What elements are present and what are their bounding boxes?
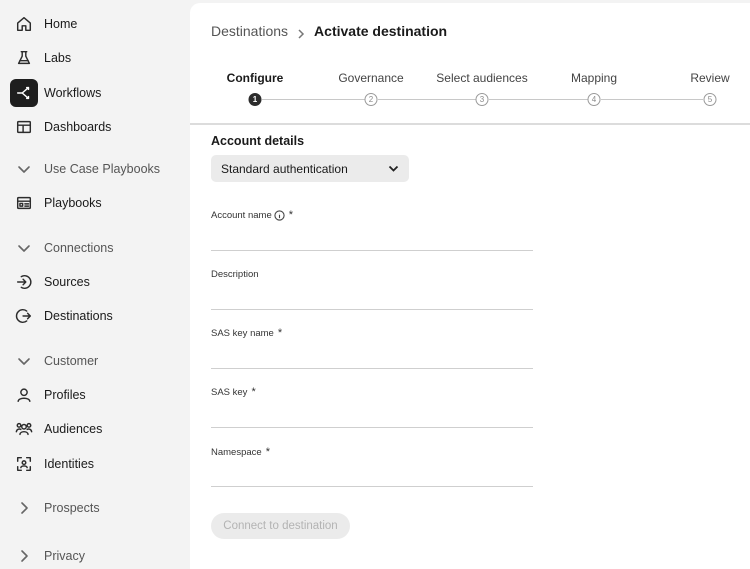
- chevron-down-icon: [10, 347, 38, 375]
- sidebar-section-label: Prospects: [44, 501, 100, 515]
- sidebar-section-prospects[interactable]: Prospects: [10, 494, 185, 522]
- sidebar-item-label: Destinations: [44, 309, 113, 323]
- workflow-icon: [10, 79, 38, 107]
- sidebar-item-label: Audiences: [44, 422, 103, 436]
- chevron-right-icon: [296, 26, 306, 39]
- required-asterisk: *: [288, 209, 294, 221]
- step-select-audiences-indicator: 3: [475, 93, 489, 106]
- step-select-audiences-label[interactable]: Select audiences: [436, 71, 527, 85]
- main-panel: Destinations Activate destination Config…: [190, 3, 750, 569]
- field-label-text: SAS key name: [211, 327, 274, 339]
- sidebar-section-customer[interactable]: Customer: [10, 347, 185, 375]
- sidebar-item-label: Playbooks: [44, 196, 102, 210]
- playbook-icon: [10, 189, 38, 217]
- sidebar-section-label: Connections: [44, 241, 114, 255]
- chevron-right-icon: [10, 494, 38, 522]
- authentication-type-dropdown[interactable]: Standard authentication: [211, 155, 409, 182]
- connect-to-destination-button[interactable]: Connect to destination: [211, 513, 350, 539]
- sidebar-item-workflows[interactable]: Workflows: [10, 79, 185, 107]
- field-label-text: SAS key: [211, 386, 248, 398]
- step-connector: [601, 99, 703, 100]
- user-icon: [10, 381, 38, 409]
- step-connector: [489, 99, 589, 100]
- destination-arrow-out-icon: [10, 302, 38, 330]
- step-mapping-indicator: 4: [587, 93, 601, 106]
- sidebar-item-audiences[interactable]: Audiences: [10, 415, 185, 443]
- chevron-right-icon: [10, 542, 38, 569]
- divider: [190, 123, 750, 125]
- step-review-label[interactable]: Review: [690, 71, 729, 85]
- account-name-input[interactable]: [211, 229, 533, 251]
- sidebar-item-labs[interactable]: Labs: [10, 44, 185, 72]
- required-asterisk: *: [265, 446, 270, 458]
- chevron-down-icon: [10, 234, 38, 262]
- flask-icon: [10, 44, 38, 72]
- dropdown-selected-value: Standard authentication: [221, 161, 348, 176]
- sidebar-item-label: Labs: [44, 51, 72, 65]
- sidebar-item-identities[interactable]: Identities: [10, 450, 185, 478]
- sidebar-item-dashboards[interactable]: Dashboards: [10, 113, 185, 141]
- sas-key-name-label: SAS key name *: [211, 327, 282, 339]
- sidebar-item-home[interactable]: Home: [10, 10, 185, 38]
- namespace-input[interactable]: [211, 465, 533, 487]
- chevron-down-icon: [10, 155, 38, 183]
- account-details-heading: Account details: [211, 134, 305, 148]
- page-title: Activate destination: [314, 23, 448, 39]
- sidebar-item-sources[interactable]: Sources: [10, 268, 185, 296]
- sas-key-name-input[interactable]: [211, 347, 533, 369]
- step-review-indicator: 5: [703, 93, 717, 106]
- step-configure-indicator: 1: [248, 93, 262, 106]
- identity-scan-icon: [10, 450, 38, 478]
- description-input[interactable]: [211, 288, 533, 310]
- account-name-label: Account name *: [211, 209, 293, 221]
- info-icon[interactable]: [274, 209, 285, 221]
- sidebar-section-label: Privacy: [44, 549, 85, 563]
- sidebar-section-connections[interactable]: Connections: [10, 234, 185, 262]
- breadcrumb: Destinations Activate destination: [211, 23, 447, 39]
- users-group-icon: [10, 415, 38, 443]
- sidebar-item-destinations[interactable]: Destinations: [10, 302, 185, 330]
- dashboard-icon: [10, 113, 38, 141]
- sidebar-section-label: Customer: [44, 354, 99, 368]
- sas-key-label: SAS key *: [211, 386, 256, 398]
- step-configure-label[interactable]: Configure: [227, 71, 284, 85]
- sidebar-section-use-case-playbooks[interactable]: Use Case Playbooks: [10, 155, 185, 183]
- stepper: Configure 1 Governance 2 Select audience…: [190, 63, 750, 123]
- description-label: Description: [211, 269, 259, 280]
- sidebar-item-label: Workflows: [44, 86, 102, 100]
- step-mapping-label[interactable]: Mapping: [571, 71, 617, 85]
- breadcrumb-destinations-link[interactable]: Destinations: [211, 23, 288, 39]
- required-asterisk: *: [277, 327, 283, 339]
- sidebar-section-privacy[interactable]: Privacy: [10, 542, 185, 569]
- step-connector: [262, 99, 366, 100]
- sidebar: Home Labs Workflows Dashboards Use Case …: [0, 0, 190, 569]
- sidebar-item-label: Home: [44, 17, 78, 31]
- namespace-label: Namespace *: [211, 446, 270, 458]
- home-icon: [10, 10, 38, 38]
- step-governance-indicator: 2: [364, 93, 378, 106]
- sas-key-input[interactable]: [211, 406, 533, 428]
- sidebar-item-label: Profiles: [44, 388, 86, 402]
- chevron-down-icon: [388, 163, 399, 174]
- sidebar-section-label: Use Case Playbooks: [44, 162, 161, 176]
- sidebar-item-label: Dashboards: [44, 120, 112, 134]
- required-asterisk: *: [251, 386, 256, 398]
- step-connector: [378, 99, 478, 100]
- step-governance-label[interactable]: Governance: [338, 71, 403, 85]
- sidebar-item-label: Identities: [44, 457, 95, 471]
- source-arrow-in-icon: [10, 268, 38, 296]
- field-label-text: Description: [211, 269, 259, 280]
- field-label-text: Account name: [211, 209, 272, 221]
- sidebar-item-playbooks[interactable]: Playbooks: [10, 189, 185, 217]
- sidebar-item-label: Sources: [44, 275, 90, 289]
- sidebar-item-profiles[interactable]: Profiles: [10, 381, 185, 409]
- field-label-text: Namespace: [211, 446, 262, 458]
